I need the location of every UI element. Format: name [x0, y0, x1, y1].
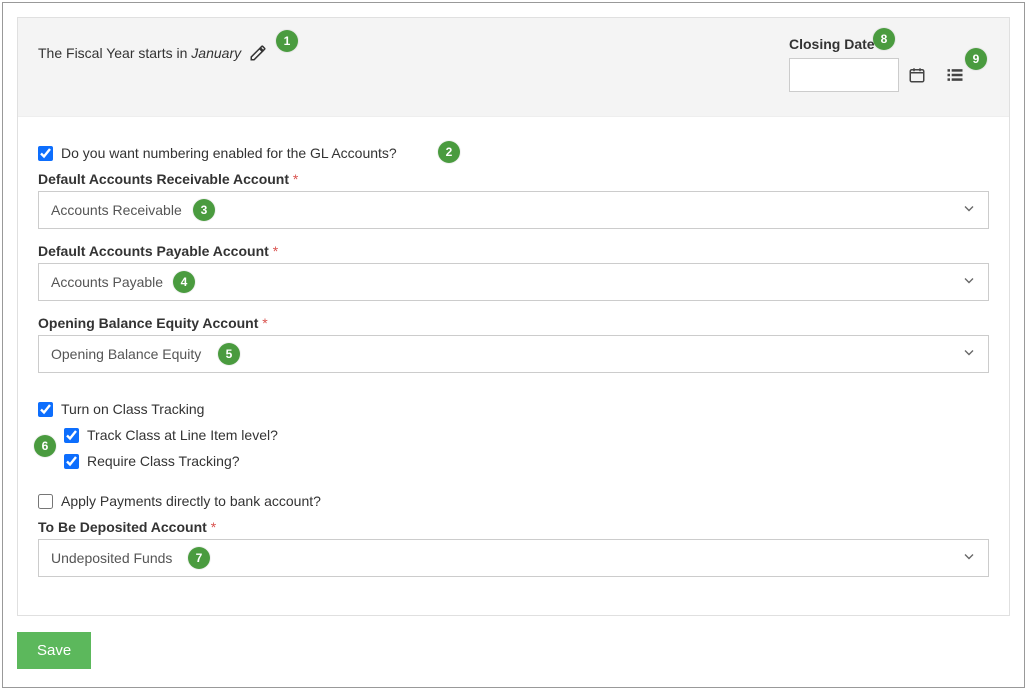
class-tracking-group: Turn on Class Tracking Track Class at Li…	[38, 401, 989, 469]
apply-payments-row: Apply Payments directly to bank account?	[38, 493, 989, 509]
ap-label: Default Accounts Payable Account *	[38, 243, 989, 259]
closing-date-block: Closing Date	[789, 36, 965, 92]
settings-panel: The Fiscal Year starts in January 1 Clos…	[17, 17, 1010, 616]
required-marker: *	[273, 243, 278, 259]
obe-select[interactable]: Opening Balance Equity 5	[38, 335, 989, 373]
obe-label: Opening Balance Equity Account *	[38, 315, 989, 331]
page-container: The Fiscal Year starts in January 1 Clos…	[2, 2, 1025, 688]
calendar-icon[interactable]	[907, 65, 927, 85]
require-class-row: Require Class Tracking?	[64, 453, 989, 469]
callout-9: 9	[965, 48, 987, 70]
class-tracking-row: Turn on Class Tracking	[38, 401, 989, 417]
required-marker: *	[262, 315, 267, 331]
class-tracking-checkbox[interactable]	[38, 402, 53, 417]
require-class-checkbox[interactable]	[64, 454, 79, 469]
ap-select[interactable]: Accounts Payable 4	[38, 263, 989, 301]
callout-7: 7	[188, 547, 210, 569]
callout-2: 2	[438, 141, 460, 163]
fiscal-year-text: The Fiscal Year starts in January	[38, 45, 241, 61]
callout-6: 6	[34, 435, 56, 457]
save-button[interactable]: Save	[17, 632, 91, 669]
edit-fiscal-year-icon[interactable]	[249, 44, 267, 62]
apply-payments-label: Apply Payments directly to bank account?	[61, 493, 321, 509]
header-section: The Fiscal Year starts in January 1 Clos…	[18, 18, 1009, 117]
tbd-select-value: Undeposited Funds	[38, 539, 989, 577]
required-marker: *	[211, 519, 216, 535]
ar-select-value: Accounts Receivable	[38, 191, 989, 229]
fiscal-year-prefix: The Fiscal Year starts in	[38, 45, 191, 61]
require-class-label: Require Class Tracking?	[87, 453, 240, 469]
numbering-enabled-checkbox[interactable]	[38, 146, 53, 161]
closing-date-input[interactable]	[789, 58, 899, 92]
fiscal-year-row: The Fiscal Year starts in January 1	[38, 44, 267, 62]
callout-3: 3	[193, 199, 215, 221]
numbering-enabled-row: Do you want numbering enabled for the GL…	[38, 145, 989, 161]
numbering-enabled-label: Do you want numbering enabled for the GL…	[61, 145, 397, 161]
track-class-line-checkbox[interactable]	[64, 428, 79, 443]
obe-select-value: Opening Balance Equity	[38, 335, 989, 373]
apply-payments-checkbox[interactable]	[38, 494, 53, 509]
callout-8: 8	[873, 28, 895, 50]
fiscal-year-month: January	[191, 45, 241, 61]
class-tracking-label: Turn on Class Tracking	[61, 401, 204, 417]
track-class-line-label: Track Class at Line Item level?	[87, 427, 278, 443]
tbd-select[interactable]: Undeposited Funds 7	[38, 539, 989, 577]
callout-4: 4	[173, 271, 195, 293]
callout-5: 5	[218, 343, 240, 365]
tbd-label: To Be Deposited Account *	[38, 519, 989, 535]
ar-select[interactable]: Accounts Receivable 3	[38, 191, 989, 229]
ar-label: Default Accounts Receivable Account *	[38, 171, 989, 187]
closing-date-row	[789, 58, 965, 92]
callout-1: 1	[276, 30, 298, 52]
list-icon[interactable]	[945, 65, 965, 85]
body-section: Do you want numbering enabled for the GL…	[18, 117, 1009, 615]
required-marker: *	[293, 171, 298, 187]
track-class-line-row: Track Class at Line Item level?	[64, 427, 989, 443]
